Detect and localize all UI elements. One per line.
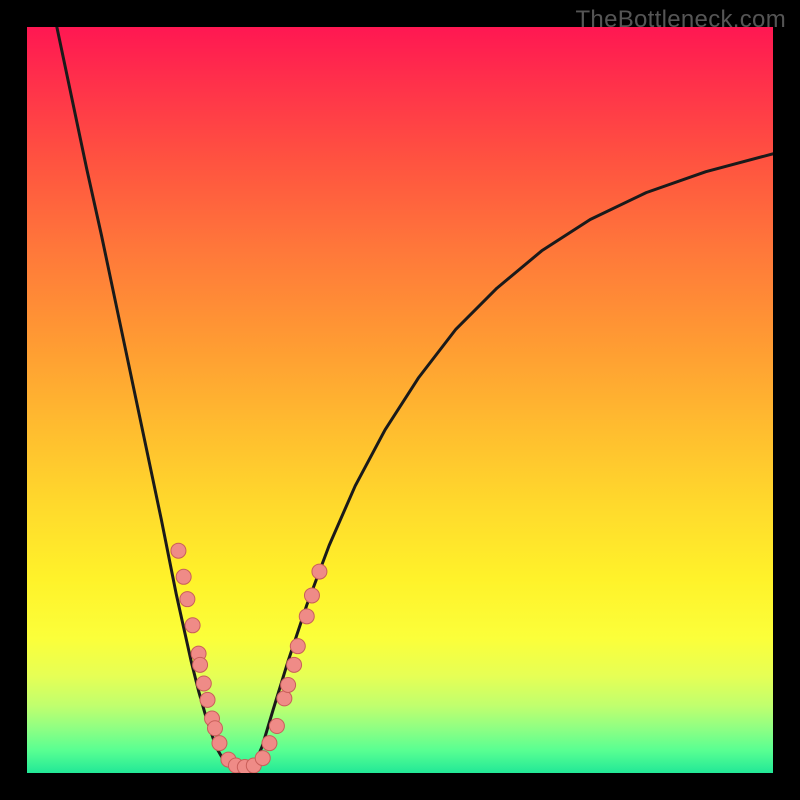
data-marker [196,676,211,691]
data-marker [180,592,195,607]
data-marker [200,692,215,707]
chart-stage: TheBottleneck.com [0,0,800,800]
data-marker [171,543,186,558]
data-marker [287,657,302,672]
data-marker [193,657,208,672]
data-marker [304,588,319,603]
data-marker [312,564,327,579]
curve-right-curve [251,154,773,773]
curve-left-curve [57,27,251,773]
data-marker [185,618,200,633]
data-marker [290,639,305,654]
data-marker [281,677,296,692]
watermark-text: TheBottleneck.com [575,6,786,34]
curve-overlay [27,27,773,773]
data-marker [277,691,292,706]
curve-group [57,27,773,773]
data-marker [207,721,222,736]
data-marker [176,569,191,584]
data-marker [255,751,270,766]
data-marker [262,736,277,751]
marker-group [171,543,327,773]
data-marker [269,719,284,734]
data-marker [299,609,314,624]
data-marker [212,736,227,751]
